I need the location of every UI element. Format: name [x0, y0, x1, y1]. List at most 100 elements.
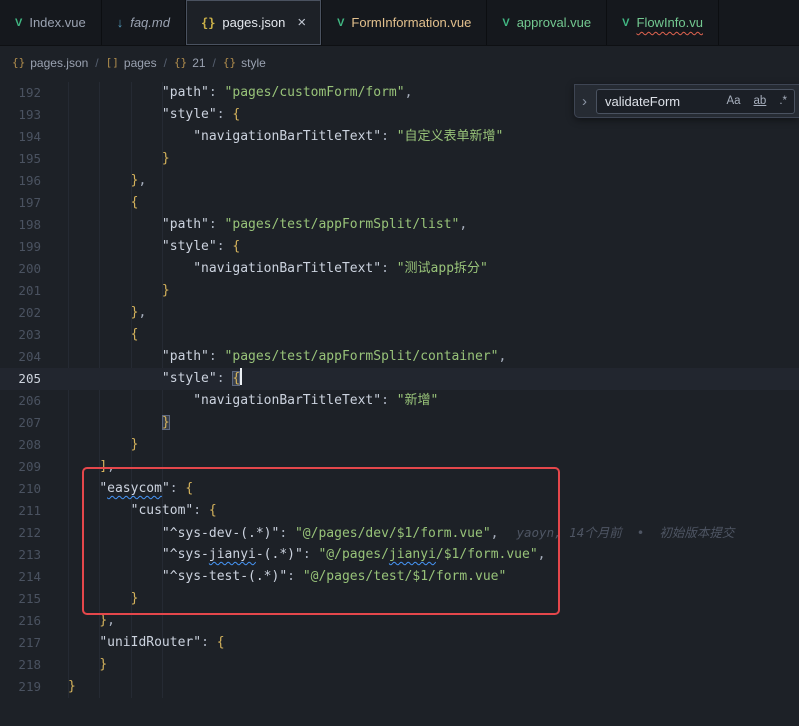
code-line-212[interactable]: 212 "^sys-dev-(.*)": "@/pages/dev/$1/for… [0, 522, 799, 544]
line-number[interactable]: 199 [0, 236, 68, 258]
code-line-198[interactable]: 198 "path": "pages/test/appFormSplit/lis… [0, 214, 799, 236]
token [68, 261, 193, 276]
tab-approval-vue[interactable]: Vapproval.vue [487, 0, 607, 45]
token: : [209, 349, 225, 364]
token: } [99, 613, 107, 628]
line-number[interactable]: 207 [0, 412, 68, 434]
whole-word-icon[interactable]: ab [751, 94, 770, 108]
tab-flowinfo-vu[interactable]: VFlowInfo.vu [607, 0, 719, 45]
line-number[interactable]: 196 [0, 170, 68, 192]
code-line-199[interactable]: 199 "style": { [0, 236, 799, 258]
editor[interactable]: 192 "path": "pages/customForm/form",193 … [0, 78, 799, 726]
git-blame-annotation: yaoyn, 14个月前 • 初始版本提交 [516, 525, 734, 540]
code-line-215[interactable]: 215 } [0, 588, 799, 610]
line-number[interactable]: 218 [0, 654, 68, 676]
token: "pages/customForm/form" [225, 85, 405, 100]
tab-faq-md[interactable]: ↓faq.md [102, 0, 186, 45]
tab-forminformation-vue[interactable]: VFormInformation.vue [322, 0, 487, 45]
line-number[interactable]: 213 [0, 544, 68, 566]
code-line-219[interactable]: 219} [0, 676, 799, 698]
line-number[interactable]: 202 [0, 302, 68, 324]
code-line-218[interactable]: 218 } [0, 654, 799, 676]
code-line-204[interactable]: 204 "path": "pages/test/appFormSplit/con… [0, 346, 799, 368]
code-line-201[interactable]: 201 } [0, 280, 799, 302]
breadcrumb-separator: / [213, 56, 216, 70]
code-line-194[interactable]: 194 "navigationBarTitleText": "自定义表单新增" [0, 126, 799, 148]
toggle-replace-icon[interactable]: › [577, 93, 592, 110]
token [68, 349, 162, 364]
code-line-208[interactable]: 208 } [0, 434, 799, 456]
code-line-214[interactable]: 214 "^sys-test-(.*)": "@/pages/test/$1/f… [0, 566, 799, 588]
line-number[interactable]: 206 [0, 390, 68, 412]
breadcrumb: {}pages.json/[]pages/{}21/{}style [0, 47, 799, 78]
line-number[interactable]: 217 [0, 632, 68, 654]
breadcrumb-label: style [241, 56, 266, 70]
token: : [303, 547, 319, 562]
line-number[interactable]: 195 [0, 148, 68, 170]
line-number[interactable]: 197 [0, 192, 68, 214]
line-number[interactable]: 203 [0, 324, 68, 346]
line-number[interactable]: 210 [0, 478, 68, 500]
line-number[interactable]: 192 [0, 82, 68, 104]
line-number[interactable]: 198 [0, 214, 68, 236]
code-line-207[interactable]: 207 } [0, 412, 799, 434]
line-number[interactable]: 211 [0, 500, 68, 522]
tab-pages-json[interactable]: {} pages.json × [186, 0, 322, 45]
token: "@/pages/ [318, 547, 388, 562]
line-number[interactable]: 215 [0, 588, 68, 610]
code-line-216[interactable]: 216 }, [0, 610, 799, 632]
line-number[interactable]: 201 [0, 280, 68, 302]
close-icon[interactable]: × [297, 15, 306, 30]
code-line-200[interactable]: 200 "navigationBarTitleText": "测试app拆分" [0, 258, 799, 280]
code-text: }, [68, 170, 799, 192]
line-number[interactable]: 214 [0, 566, 68, 588]
tab-label: FlowInfo.vu [637, 15, 703, 30]
code-line-210[interactable]: 210 "easycom": { [0, 478, 799, 500]
line-number[interactable]: 216 [0, 610, 68, 632]
code-line-209[interactable]: 209 ], [0, 456, 799, 478]
breadcrumb-item-21[interactable]: {}21 [174, 56, 206, 70]
code-line-217[interactable]: 217 "uniIdRouter": { [0, 632, 799, 654]
code-line-202[interactable]: 202 }, [0, 302, 799, 324]
token: "custom" [131, 503, 194, 518]
line-number[interactable]: 194 [0, 126, 68, 148]
token: "path" [162, 217, 209, 232]
code-line-195[interactable]: 195 } [0, 148, 799, 170]
token [68, 481, 99, 496]
tab-index-vue[interactable]: VIndex.vue [0, 0, 102, 45]
line-number[interactable]: 212 [0, 522, 68, 544]
token: , [107, 613, 115, 628]
code-line-213[interactable]: 213 "^sys-jianyi-(.*)": "@/pages/jianyi/… [0, 544, 799, 566]
line-number[interactable]: 205 [0, 368, 68, 390]
code-area[interactable]: 192 "path": "pages/customForm/form",193 … [0, 82, 799, 698]
regex-icon[interactable]: .* [776, 94, 790, 108]
breadcrumb-item-pages-json[interactable]: {}pages.json [12, 56, 88, 70]
code-line-203[interactable]: 203 { [0, 324, 799, 346]
json-icon: {} [201, 16, 215, 30]
line-number[interactable]: 204 [0, 346, 68, 368]
code-line-211[interactable]: 211 "custom": { [0, 500, 799, 522]
match-case-icon[interactable]: Aa [723, 94, 743, 108]
code-line-197[interactable]: 197 { [0, 192, 799, 214]
breadcrumb-item-pages[interactable]: []pages [106, 56, 157, 70]
find-widget: › validateForm Aa ab .* [574, 84, 799, 118]
token [68, 283, 162, 298]
line-number[interactable]: 193 [0, 104, 68, 126]
code-line-206[interactable]: 206 "navigationBarTitleText": "新增" [0, 390, 799, 412]
token: " [99, 481, 107, 496]
tab-label: pages.json [222, 15, 285, 30]
line-number[interactable]: 219 [0, 676, 68, 698]
line-number[interactable]: 208 [0, 434, 68, 456]
token: ] [99, 459, 107, 474]
code-text: }, [68, 302, 799, 324]
object-icon: {} [12, 56, 25, 69]
token: "^sys-test-(.*)" [162, 569, 287, 584]
tab-label: faq.md [130, 15, 170, 30]
find-input[interactable]: validateForm Aa ab .* [596, 89, 795, 114]
code-line-196[interactable]: 196 }, [0, 170, 799, 192]
token: , [459, 217, 467, 232]
breadcrumb-item-style[interactable]: {}style [223, 56, 266, 70]
line-number[interactable]: 209 [0, 456, 68, 478]
code-line-205[interactable]: 205 "style": { [0, 368, 799, 390]
line-number[interactable]: 200 [0, 258, 68, 280]
